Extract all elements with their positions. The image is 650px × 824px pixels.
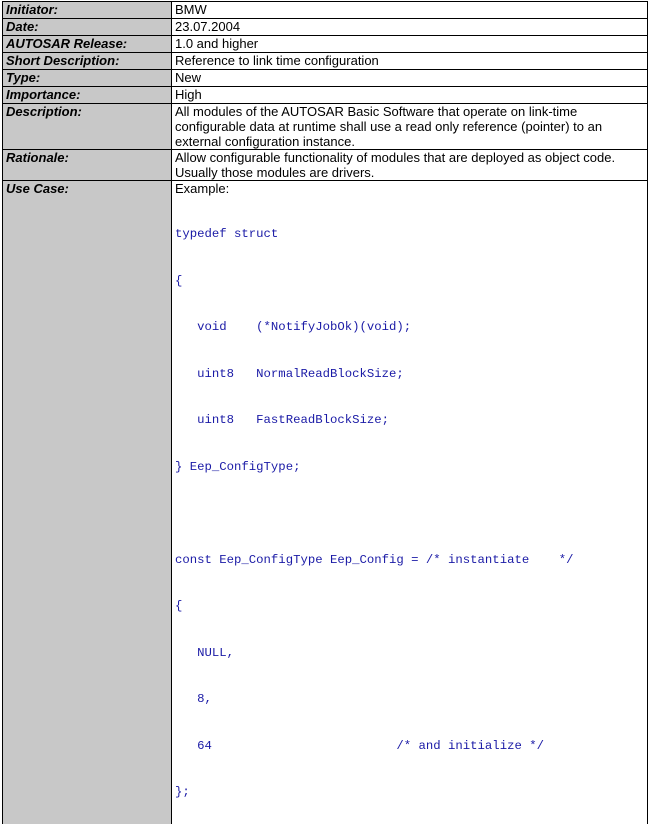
row-value-importance: High [172,87,648,104]
code-line: }; [175,785,644,801]
row-value-use-case: Example: typedef struct { void (*NotifyJ… [172,181,648,824]
table-row: Type: New [3,70,648,87]
row-value-short-description: Reference to link time configuration [172,53,648,70]
row-value-initiator: BMW [172,2,648,19]
row-value-date: 23.07.2004 [172,19,648,36]
code-line: uint8 NormalReadBlockSize; [175,367,644,383]
requirement-table: Initiator: BMW Date: 23.07.2004 AUTOSAR … [2,1,648,824]
row-label-type: Type: [3,70,172,87]
code-line: 64 /* and initialize */ [175,739,644,755]
row-label-release: AUTOSAR Release: [3,36,172,53]
table-row: Rationale: Allow configurable functional… [3,150,648,181]
table-row: Description: All modules of the AUTOSAR … [3,104,648,150]
code-line: 8, [175,692,644,708]
table-row: Importance: High [3,87,648,104]
code-line: } Eep_ConfigType; [175,460,644,476]
row-value-rationale: Allow configurable functionality of modu… [172,150,648,181]
table-row: Short Description: Reference to link tim… [3,53,648,70]
row-label-use-case: Use Case: [3,181,172,824]
code-block: typedef struct { void (*NotifyJobOk)(voi… [175,196,644,824]
row-value-release: 1.0 and higher [172,36,648,53]
code-line: typedef struct [175,227,644,243]
code-line: NULL, [175,646,644,662]
code-line: void (*NotifyJobOk)(void); [175,320,644,336]
row-label-date: Date: [3,19,172,36]
code-line: { [175,599,644,615]
table-row: Date: 23.07.2004 [3,19,648,36]
row-value-description: All modules of the AUTOSAR Basic Softwar… [172,104,648,150]
code-line: ​ [175,506,644,522]
code-line: const Eep_ConfigType Eep_Config = /* ins… [175,553,644,569]
code-line: { [175,274,644,290]
row-value-type: New [172,70,648,87]
row-label-importance: Importance: [3,87,172,104]
table-row: Use Case: Example: typedef struct { void… [3,181,648,824]
row-label-description: Description: [3,104,172,150]
table-row: Initiator: BMW [3,2,648,19]
table-row: AUTOSAR Release: 1.0 and higher [3,36,648,53]
row-label-initiator: Initiator: [3,2,172,19]
row-label-rationale: Rationale: [3,150,172,181]
example-label: Example: [175,181,644,196]
code-line: uint8 FastReadBlockSize; [175,413,644,429]
row-label-short-description: Short Description: [3,53,172,70]
